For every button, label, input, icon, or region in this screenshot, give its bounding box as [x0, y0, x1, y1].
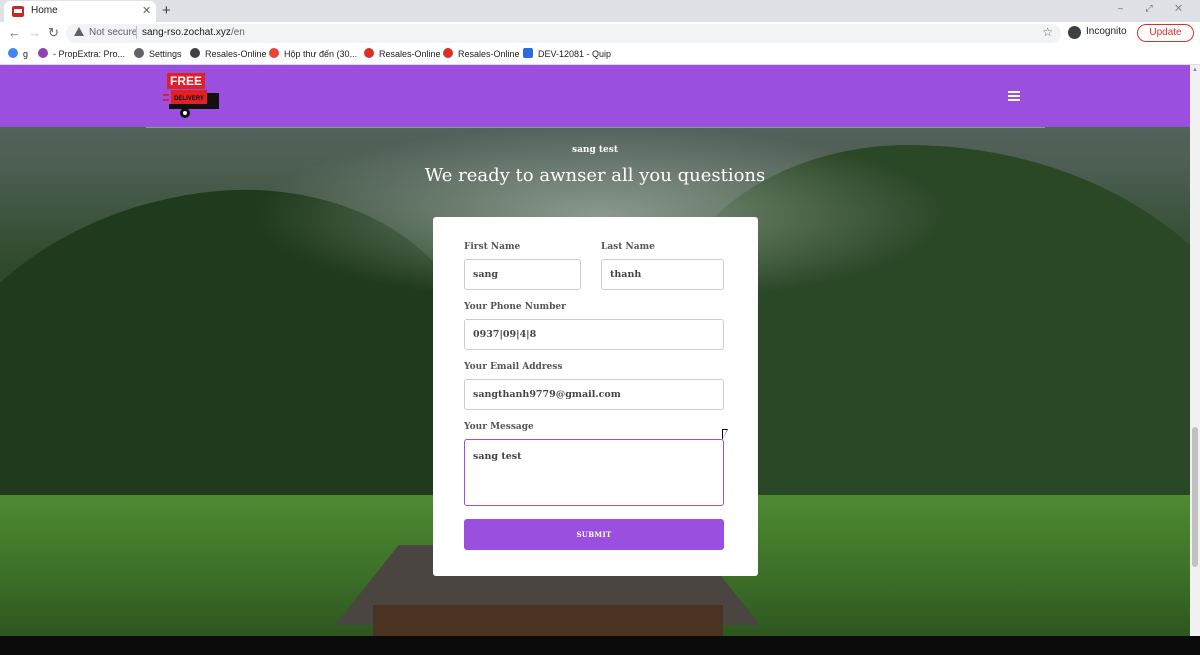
gear-icon: [134, 48, 144, 58]
last-name-label: Last Name: [601, 242, 655, 252]
browser-tab-bar: Home ✕ + – ⤢ ✕: [0, 0, 1200, 22]
bookmark-resales-1[interactable]: Resales-Online: [190, 48, 267, 59]
warning-icon[interactable]: [74, 27, 84, 36]
reload-icon[interactable]: ↻: [48, 24, 59, 41]
bookmark-google[interactable]: g: [8, 48, 28, 59]
mouse-cursor-icon: [722, 429, 728, 440]
bookmark-resales-3[interactable]: Resales-Online: [443, 48, 520, 59]
email-label: Your Email Address: [464, 362, 563, 372]
browser-toolbar: ← → ↻ Not secure sang-rso.zochat.xyz/en …: [0, 22, 1200, 44]
site-header: FREE DELIVERY: [0, 65, 1190, 127]
security-label[interactable]: Not secure: [89, 27, 137, 38]
update-button[interactable]: Update: [1137, 24, 1194, 42]
page-scrollbar[interactable]: ▲: [1190, 65, 1200, 636]
incognito-label: Incognito: [1086, 26, 1127, 37]
page-viewport: FREE DELIVERY sang test We ready to awns…: [0, 65, 1190, 636]
resales-icon: [443, 48, 453, 58]
page-footer-strip: [0, 636, 1200, 655]
new-tab-button[interactable]: +: [162, 2, 171, 19]
phone-label: Your Phone Number: [464, 302, 566, 312]
hamburger-icon[interactable]: [1008, 91, 1020, 101]
tab-title: Home: [31, 5, 58, 16]
url-host: sang-rso.zochat.xyz: [142, 27, 231, 38]
logo-text-delivery: DELIVERY: [174, 96, 204, 102]
bookmark-star-icon[interactable]: ☆: [1042, 25, 1053, 39]
site-favicon-icon: [12, 6, 24, 17]
header-divider: [146, 127, 1045, 128]
contact-form: First Name sang Last Name thanh Your Pho…: [433, 217, 758, 576]
globe-icon: [190, 48, 200, 58]
last-name-field[interactable]: thanh: [601, 259, 724, 290]
first-name-label: First Name: [464, 242, 521, 252]
address-separator: [136, 26, 137, 39]
quip-icon: [523, 48, 533, 58]
logo-hubcap: [183, 111, 187, 115]
first-name-field[interactable]: sang: [464, 259, 581, 290]
logo-text-free: FREE: [170, 74, 202, 88]
email-field[interactable]: sangthanh9779@gmail.com: [464, 379, 724, 410]
logo-truck-base: [169, 104, 219, 109]
hero-title: We ready to awnser all you questions: [424, 165, 766, 186]
window-controls[interactable]: – ⤢ ✕: [1118, 3, 1192, 14]
bookmarks-bar: g - PropExtra: Pro... Settings Resales-O…: [0, 44, 1200, 65]
background-hut: [373, 605, 723, 636]
scroll-up-arrow-icon[interactable]: ▲: [1192, 67, 1198, 73]
message-textarea[interactable]: sang test: [464, 439, 724, 506]
message-label: Your Message: [464, 422, 534, 432]
bookmark-quip[interactable]: DEV-12081 - Quip: [523, 48, 611, 59]
gmail-icon: [269, 48, 279, 58]
bookmark-gmail[interactable]: Hộp thư đến (30...: [269, 48, 357, 59]
forward-arrow-icon[interactable]: →: [28, 24, 41, 41]
bookmark-propextra[interactable]: - PropExtra: Pro...: [38, 48, 125, 59]
address-bar[interactable]: Not secure sang-rso.zochat.xyz/en ☆: [66, 24, 1061, 43]
tab-close-icon[interactable]: ✕: [142, 4, 151, 18]
propextra-icon: [38, 48, 48, 58]
incognito-icon: [1068, 26, 1081, 39]
free-delivery-logo[interactable]: FREE DELIVERY: [163, 71, 221, 121]
browser-tab-home[interactable]: Home ✕: [4, 1, 156, 22]
bookmark-resales-2[interactable]: Resales-Online: [364, 48, 441, 59]
hero-subtitle: sang test: [572, 145, 618, 155]
submit-button[interactable]: SUBMIT: [464, 519, 724, 550]
phone-field[interactable]: 0937|09|4|8: [464, 319, 724, 350]
scrollbar-thumb[interactable]: [1192, 427, 1198, 567]
url-text[interactable]: sang-rso.zochat.xyz/en: [142, 27, 245, 38]
url-path: /en: [230, 27, 245, 38]
google-icon: [8, 48, 18, 58]
resales-icon: [364, 48, 374, 58]
bookmark-settings[interactable]: Settings: [134, 48, 182, 59]
back-arrow-icon[interactable]: ←: [8, 24, 21, 41]
